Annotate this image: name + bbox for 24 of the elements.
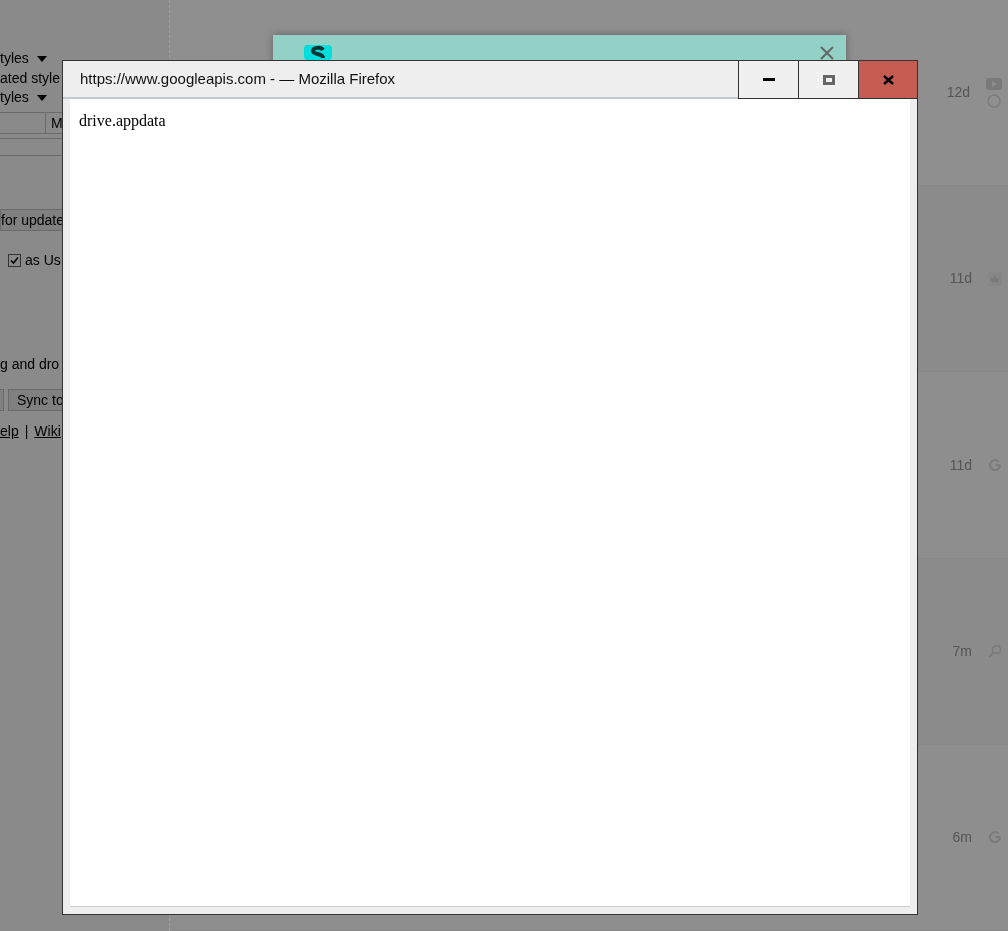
link[interactable]: Wiki (34, 421, 61, 442)
time-label: 12d (946, 83, 970, 103)
dropdown-label[interactable]: tyles (0, 87, 29, 108)
content-text: drive.appdata (79, 112, 166, 129)
time-label: 11d (949, 455, 972, 475)
text-label: g and dro (0, 356, 60, 372)
link[interactable]: elp (0, 421, 19, 442)
time-label: 6m (952, 827, 972, 847)
close-icon (882, 74, 894, 85)
dropdown-label[interactable]: tyles (0, 48, 29, 69)
window-title: https://www.googleapis.com - — Mozilla Firefox (79, 69, 397, 89)
checkbox[interactable] (8, 253, 21, 267)
minimize-icon (762, 78, 775, 81)
table-cell: M (45, 113, 61, 133)
caret-icon[interactable] (36, 94, 47, 101)
text-label: ated style (0, 70, 60, 86)
maximize-button[interactable] (798, 61, 858, 99)
maximize-icon (822, 74, 835, 85)
separator: | (24, 422, 29, 441)
close-icon[interactable] (820, 46, 834, 60)
checkbox-label[interactable]: as Us (25, 249, 61, 271)
minimize-button[interactable] (738, 61, 798, 99)
logo-icon (304, 45, 332, 60)
caret-icon[interactable] (36, 55, 47, 62)
